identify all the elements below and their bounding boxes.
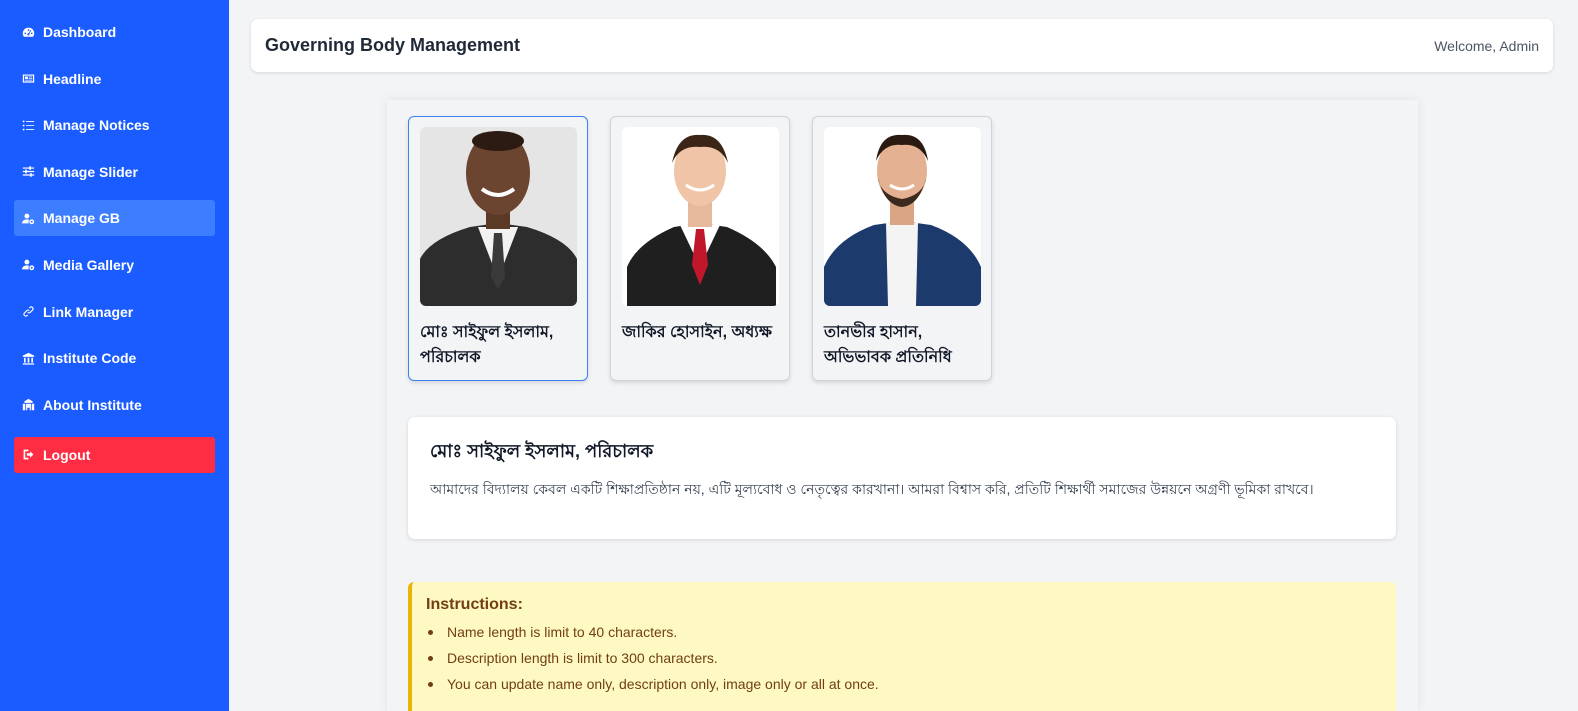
bullet-icon: [428, 630, 433, 635]
sidebar-item-media-gallery[interactable]: Media Gallery: [14, 247, 215, 283]
sidebar-item-about-institute[interactable]: About Institute: [14, 387, 215, 423]
member-cards: মোঃ সাইফুল ইসলাম, পরিচালক জাকির হোসাইন, …: [408, 116, 992, 381]
sidebar-item-manage-gb[interactable]: Manage GB: [14, 200, 215, 237]
sidebar-item-label: About Institute: [43, 396, 142, 413]
sidebar-item-dashboard[interactable]: Dashboard: [14, 14, 215, 50]
sidebar-item-manage-notices[interactable]: Manage Notices: [14, 107, 215, 143]
sidebar-item-label: Manage Slider: [43, 163, 138, 180]
welcome-text: Welcome, Admin: [1434, 37, 1539, 54]
member-photo: [824, 127, 981, 306]
school-icon: [22, 398, 35, 411]
detail-name: মোঃ সাইফুল ইসলাম, পরিচালক: [430, 441, 654, 461]
member-card[interactable]: মোঃ সাইফুল ইসলাম, পরিচালক: [408, 116, 588, 381]
sliders-icon: [22, 165, 35, 178]
sidebar-item-label: Headline: [43, 70, 102, 87]
instruction-item: Description length is limit to 300 chara…: [426, 650, 1382, 676]
sidebar-item-label: Media Gallery: [43, 256, 135, 273]
sidebar-item-label: Dashboard: [43, 24, 117, 40]
member-card[interactable]: জাকির হোসাইন, অধ্যক্ষ: [610, 116, 790, 381]
newspaper-icon: [22, 72, 35, 85]
sidebar: Dashboard Headline Manage Notices Manage…: [0, 0, 229, 711]
instruction-item: You can update name only, description on…: [426, 676, 1382, 702]
sidebar-item-label: Manage GB: [43, 210, 121, 227]
link-icon: [22, 305, 35, 318]
user-gear-icon: [22, 212, 35, 225]
sidebar-item-manage-slider[interactable]: Manage Slider: [14, 154, 215, 190]
sidebar-item-institute-code[interactable]: Institute Code: [14, 340, 215, 376]
instruction-item: Name length is limit to 40 characters.: [426, 624, 1382, 650]
instruction-text: Description length is limit to 300 chara…: [447, 650, 718, 666]
sidebar-item-label: Link Manager: [43, 303, 134, 320]
member-name: তানভীর হাসান, অভিভাবক প্রতিনিধি: [824, 324, 952, 366]
detail-description: আমাদের বিদ্যালয় কেবল একটি শিক্ষাপ্রতিষ্…: [430, 481, 1314, 497]
list-icon: [22, 119, 35, 132]
instruction-text: Name length is limit to 40 characters.: [447, 624, 678, 640]
instructions-list: Name length is limit to 40 characters. D…: [426, 624, 1382, 702]
sidebar-item-headline[interactable]: Headline: [14, 61, 215, 97]
logout-button[interactable]: Logout: [14, 436, 215, 473]
sidebar-item-label: Institute Code: [43, 350, 137, 367]
building-columns-icon: [22, 352, 35, 365]
bullet-icon: [428, 682, 433, 687]
bullet-icon: [428, 656, 433, 661]
instructions-title: Instructions:: [426, 596, 523, 613]
user-gear-icon: [22, 258, 35, 271]
top-header: Governing Body Management Welcome, Admin: [251, 19, 1553, 72]
member-photo: [622, 127, 779, 306]
instructions-box: Instructions: Name length is limit to 40…: [408, 582, 1396, 711]
dashboard-icon: [22, 26, 35, 39]
member-photo: [420, 127, 577, 306]
member-name: মোঃ সাইফুল ইসলাম, পরিচালক: [420, 324, 554, 366]
member-card[interactable]: তানভীর হাসান, অভিভাবক প্রতিনিধি: [812, 116, 992, 381]
sidebar-item-label: Manage Notices: [43, 117, 150, 134]
logout-icon: [22, 448, 35, 461]
member-detail: মোঃ সাইফুল ইসলাম, পরিচালক আমাদের বিদ্যাল…: [408, 417, 1396, 539]
page-title: Governing Body Management: [265, 35, 521, 55]
member-name: জাকির হোসাইন, অধ্যক্ষ: [622, 324, 772, 341]
logout-label: Logout: [43, 446, 91, 463]
instruction-text: You can update name only, description on…: [447, 676, 879, 692]
sidebar-item-link-manager[interactable]: Link Manager: [14, 294, 215, 330]
